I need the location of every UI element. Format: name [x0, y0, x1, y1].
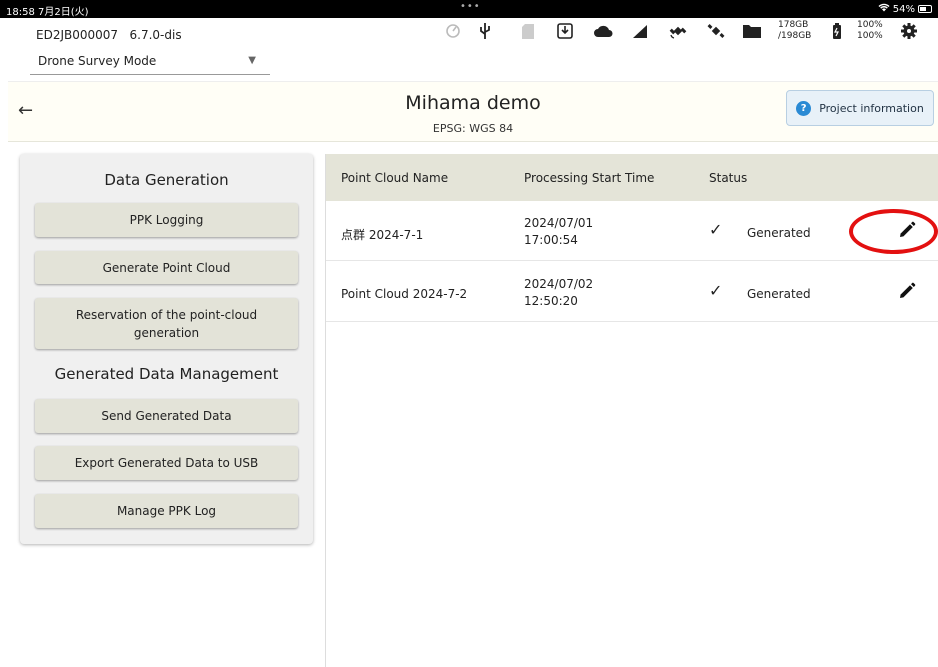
- row-time: 12:50:20: [524, 294, 578, 308]
- project-information-label: Project information: [819, 101, 924, 115]
- row-status: Generated: [747, 287, 811, 301]
- row-name: 点群 2024-7-1: [341, 228, 424, 242]
- mode-select[interactable]: Drone Survey Mode ▼: [30, 47, 270, 75]
- check-icon: ✓: [709, 220, 723, 239]
- header-status: Status: [709, 171, 748, 185]
- reservation-label-line1: Reservation of the point-cloud: [75, 307, 258, 322]
- table-row[interactable]: Point Cloud 2024-7-2 2024/07/02 12:50:20…: [326, 262, 938, 322]
- status-right: 54%: [878, 3, 932, 15]
- chevron-down-icon: ▼: [248, 55, 256, 66]
- data-generation-title: Data Generation: [104, 171, 229, 189]
- mode-select-value: Drone Survey Mode: [38, 53, 157, 68]
- sd-card-icon: [516, 20, 540, 42]
- header-name: Point Cloud Name: [341, 171, 449, 185]
- gauge-icon: [441, 20, 465, 42]
- row-name: Point Cloud 2024-7-2: [341, 287, 468, 301]
- battery-level-top: 100%: [857, 20, 883, 30]
- battery-level-bottom: 100%: [857, 31, 883, 41]
- row-date: 2024/07/02: [524, 277, 594, 291]
- multitask-dots: •••: [460, 1, 481, 12]
- status-time: 18:58 7月2日(火): [6, 7, 89, 18]
- storage-total: /198GB: [778, 31, 812, 41]
- manage-ppk-log-button[interactable]: Manage PPK Log: [35, 494, 298, 528]
- cloud-icon: [591, 20, 615, 42]
- reservation-label-line2: generation: [133, 325, 200, 340]
- firmware-version: 6.7.0-dis: [129, 28, 182, 42]
- battery-percent: 54%: [892, 3, 915, 15]
- help-icon: ?: [796, 100, 812, 116]
- folder-icon: [740, 20, 764, 42]
- row-date: 2024/07/01: [524, 216, 594, 230]
- battery-levels: 100% 100%: [857, 20, 883, 42]
- header-time: Processing Start Time: [524, 171, 655, 185]
- status-battery-icon: [918, 5, 932, 13]
- send-generated-data-button[interactable]: Send Generated Data: [35, 399, 298, 433]
- storage-readout: 178GB /198GB: [778, 20, 811, 42]
- project-information-button[interactable]: ? Project information: [786, 90, 934, 126]
- left-panel: Data Generation PPK Logging Generate Poi…: [20, 154, 313, 544]
- device-id: ED2JB000007: [36, 28, 119, 42]
- download-box-icon: [553, 20, 577, 42]
- generate-point-cloud-button[interactable]: Generate Point Cloud: [35, 251, 298, 284]
- row-time: 17:00:54: [524, 233, 578, 247]
- table-row[interactable]: 点群 2024-7-1 2024/07/01 17:00:54 ✓ Genera…: [326, 201, 938, 261]
- annotation-circle: [849, 209, 938, 254]
- project-bar: ← Mihama demo EPSG: WGS 84 ? Project inf…: [8, 81, 938, 142]
- gear-icon[interactable]: [897, 20, 921, 42]
- wifi-icon: [878, 3, 890, 15]
- edit-pencil-icon[interactable]: [897, 281, 919, 303]
- usb-icon: [473, 20, 497, 42]
- table-header: Point Cloud Name Processing Start Time S…: [326, 154, 938, 201]
- ppk-logging-button[interactable]: PPK Logging: [35, 203, 298, 237]
- storage-used: 178GB: [778, 20, 809, 30]
- check-icon: ✓: [709, 281, 723, 300]
- point-cloud-table: Point Cloud Name Processing Start Time S…: [325, 154, 938, 667]
- signal-icon: [628, 20, 652, 42]
- generated-data-management-title: Generated Data Management: [54, 365, 279, 383]
- battery-icon: [825, 20, 849, 42]
- satellite-icon-2: [704, 20, 728, 42]
- satellite-icon: [666, 20, 690, 42]
- row-status: Generated: [747, 226, 811, 240]
- reservation-button[interactable]: Reservation of the point-cloud generatio…: [35, 298, 298, 349]
- export-usb-button[interactable]: Export Generated Data to USB: [35, 446, 298, 480]
- device-id-line: ED2JB000007 6.7.0-dis: [36, 28, 182, 42]
- ios-status-bar: 18:58 7月2日(火) ••• 54%: [0, 0, 938, 18]
